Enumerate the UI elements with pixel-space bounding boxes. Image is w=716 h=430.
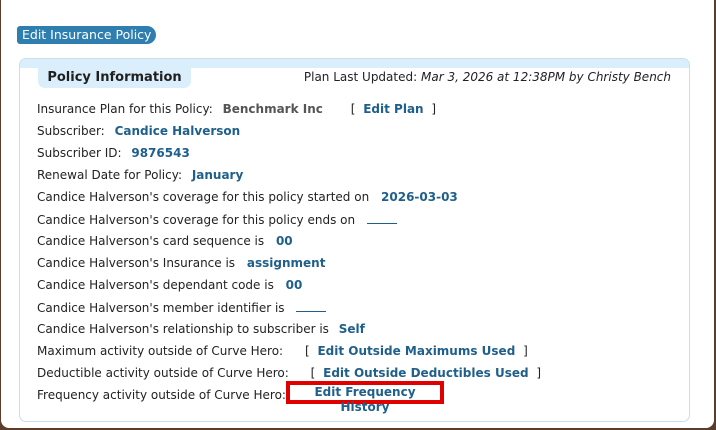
insurance-type-label: Candice Halverson's Insurance is [37, 256, 236, 270]
row-outside-maximums: Maximum activity outside of Curve Hero: … [37, 343, 528, 359]
coverage-ends-label: Candice Halverson's coverage for this po… [37, 213, 356, 227]
row-member-identifier: Candice Halverson's member identifier is [37, 299, 327, 315]
row-subscriber: Subscriber: Candice Halverson [37, 123, 240, 139]
frequency-label: Frequency activity outside of Curve Hero… [37, 388, 286, 402]
insurance-plan-value: Benchmark Inc [222, 102, 323, 116]
card-sequence-label: Candice Halverson's card sequence is [37, 234, 265, 248]
card-sequence-value: 00 [275, 234, 293, 248]
row-subscriber-id: Subscriber ID: 9876543 [37, 145, 190, 161]
insurance-plan-label: Insurance Plan for this Policy: [37, 102, 213, 116]
edit-outside-deductibles-link[interactable]: Edit Outside Deductibles Used [323, 366, 528, 380]
coverage-ends-value-blank [366, 211, 397, 224]
relationship-value: Self [338, 322, 365, 336]
member-identifier-label: Candice Halverson's member identifier is [37, 301, 285, 315]
panel-tab-policy-information: Policy Information [38, 66, 191, 88]
row-renewal-date: Renewal Date for Policy: January [37, 167, 243, 183]
relationship-label: Candice Halverson's relationship to subs… [37, 322, 329, 336]
member-identifier-value-blank [296, 299, 327, 312]
edit-plan-link[interactable]: Edit Plan [363, 102, 423, 116]
coverage-started-value: 2026-03-03 [381, 190, 458, 204]
bracket-close: ] [536, 366, 542, 380]
subscriber-value: Candice Halverson [114, 124, 241, 138]
subscriber-id-label: Subscriber ID: [37, 146, 122, 160]
coverage-started-label: Candice Halverson's coverage for this po… [37, 190, 370, 204]
renewal-date-label: Renewal Date for Policy: [37, 168, 182, 182]
subscriber-id-value: 9876543 [131, 146, 190, 160]
outside-maximums-label: Maximum activity outside of Curve Hero: [37, 344, 284, 358]
row-relationship: Candice Halverson's relationship to subs… [37, 321, 365, 337]
edit-frequency-history-link[interactable]: Edit Frequency History [314, 385, 415, 414]
outside-deductibles-label: Deductible activity outside of Curve Her… [37, 366, 289, 380]
plan-last-updated-value: Mar 3, 2026 at 12:38PM by Christy Bench [420, 70, 671, 84]
main-window: Edit Insurance Policy Policy Information… [1, 0, 714, 428]
dependant-code-label: Candice Halverson's dependant code is [37, 278, 274, 292]
page-title: Edit Insurance Policy [17, 26, 157, 44]
edit-outside-maximums-link[interactable]: Edit Outside Maximums Used [317, 344, 515, 358]
row-dependant-code: Candice Halverson's dependant code is 00 [37, 277, 302, 293]
row-insurance-plan: Insurance Plan for this Policy: Benchmar… [37, 101, 436, 117]
policy-information-panel: Policy Information Plan Last Updated: Ma… [19, 58, 690, 422]
row-coverage-ends: Candice Halverson's coverage for this po… [37, 211, 397, 227]
bracket-open: [ [310, 366, 316, 380]
bracket-open: [ [304, 344, 310, 358]
row-insurance-type: Candice Halverson's Insurance is assignm… [37, 255, 325, 271]
plan-last-updated-label: Plan Last Updated: [303, 70, 418, 84]
renewal-date-value: January [191, 168, 244, 182]
bracket-open: [ [350, 102, 356, 116]
plan-last-updated: Plan Last Updated: Mar 3, 2026 at 12:38P… [304, 70, 671, 84]
row-frequency: Frequency activity outside of Curve Hero… [37, 387, 286, 403]
row-coverage-started: Candice Halverson's coverage for this po… [37, 189, 458, 205]
bracket-close: ] [431, 102, 437, 116]
row-outside-deductibles: Deductible activity outside of Curve Her… [37, 365, 541, 381]
row-card-sequence: Candice Halverson's card sequence is 00 [37, 233, 293, 249]
frequency-history-highlight: Edit Frequency History [286, 381, 444, 414]
dependant-code-value: 00 [285, 278, 303, 292]
subscriber-label: Subscriber: [37, 124, 105, 138]
insurance-type-value: assignment [246, 256, 326, 270]
bracket-close: ] [523, 344, 528, 358]
